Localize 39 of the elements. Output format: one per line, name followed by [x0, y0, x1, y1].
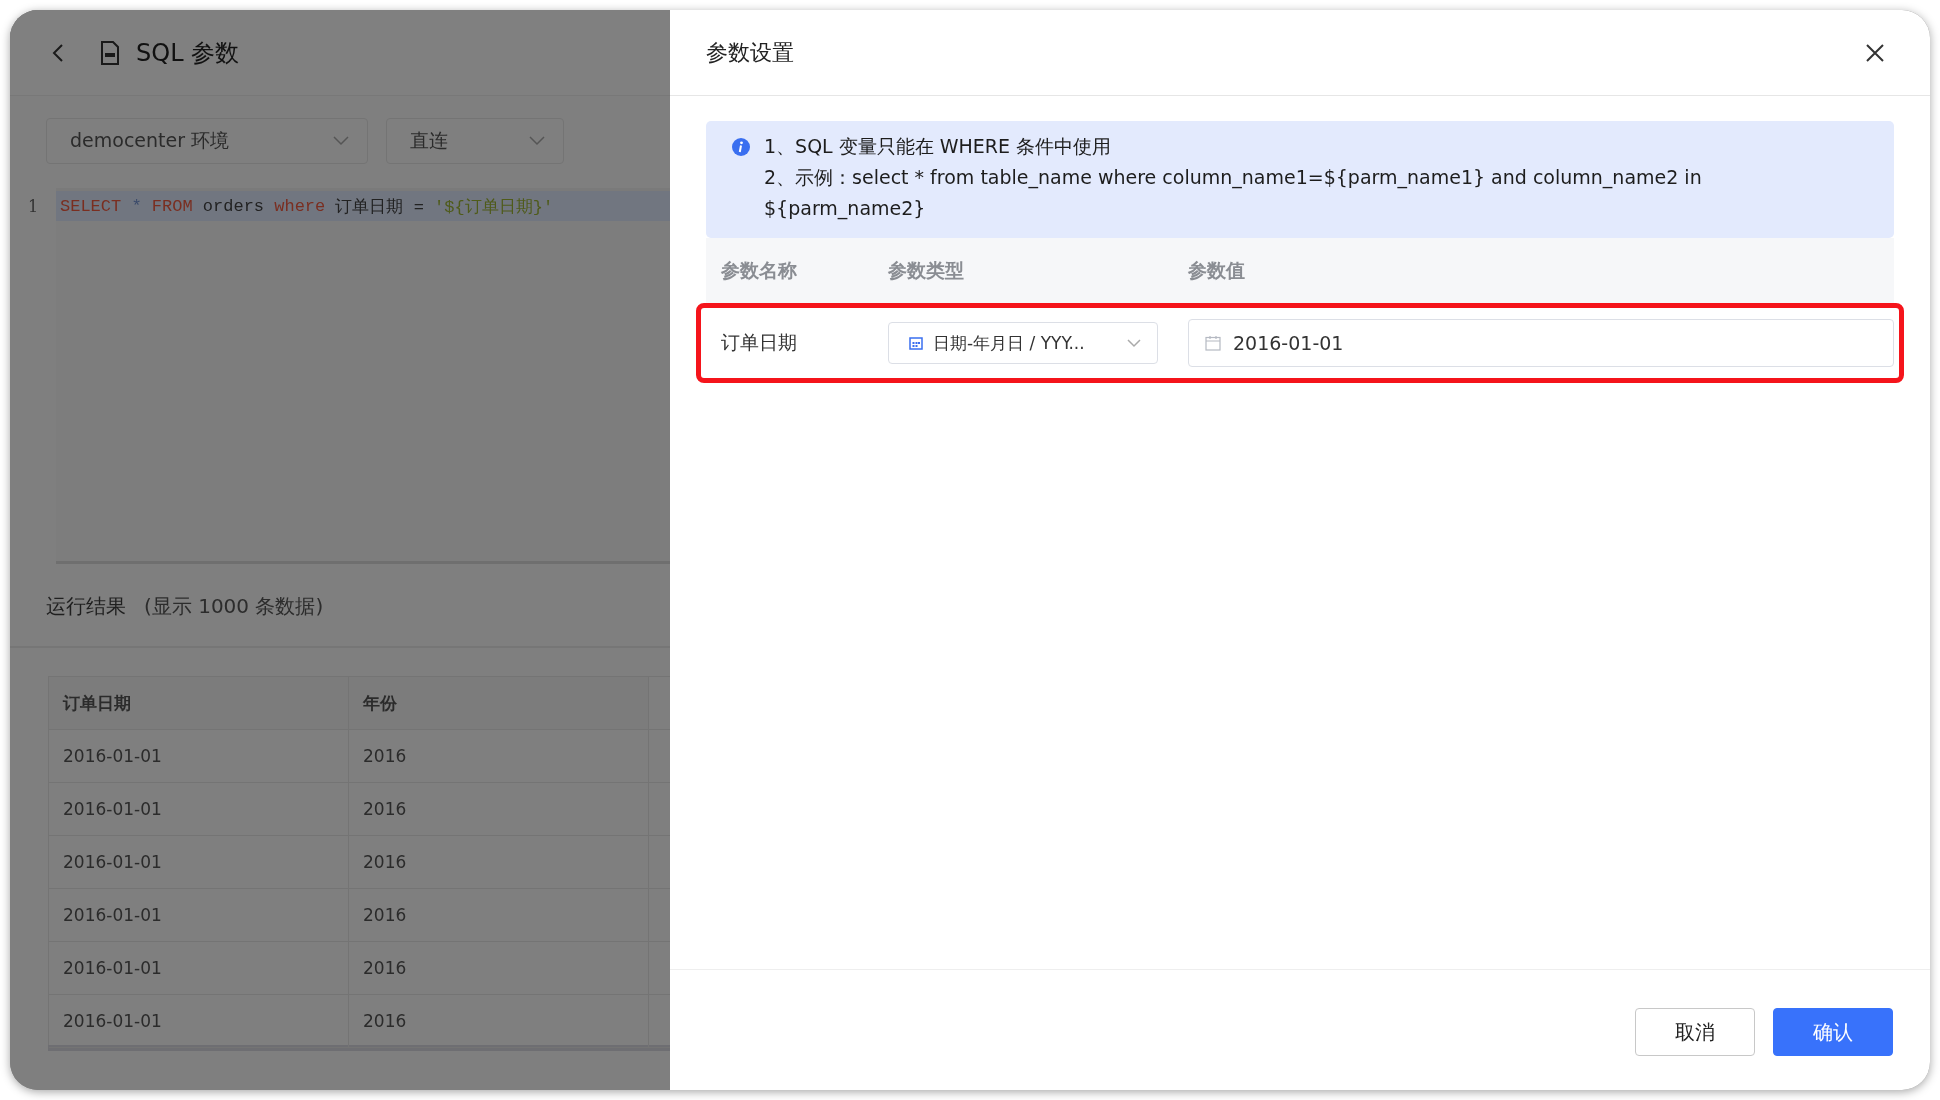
- parameter-name: 订单日期: [721, 330, 798, 355]
- scrollbar[interactable]: [48, 1045, 670, 1051]
- environment-select[interactable]: democenter 环境: [46, 118, 368, 164]
- table-cell: 2016-01-01: [49, 942, 349, 995]
- table-cell: 2016-01-01: [49, 836, 349, 889]
- line-number: 1: [26, 196, 40, 216]
- close-icon[interactable]: [1866, 43, 1884, 62]
- table-cell: 2016-01-01: [49, 889, 349, 942]
- date-field[interactable]: 2016-01-01: [1188, 319, 1894, 367]
- chevron-down-icon: [333, 136, 349, 146]
- page-title: SQL 参数: [136, 37, 240, 69]
- chevron-down-icon: [529, 136, 545, 146]
- calendar-icon: [909, 336, 923, 350]
- type-select[interactable]: 日期-年月日 / YYY...: [888, 322, 1158, 364]
- column-header: 年份: [349, 677, 649, 730]
- table-cell: 2016-01-01: [49, 730, 349, 783]
- cancel-button[interactable]: 取消: [1635, 1008, 1755, 1056]
- sql-file-icon: [100, 40, 120, 65]
- results-title: 运行结果: [46, 592, 126, 620]
- info-icon: [732, 138, 750, 156]
- table-cell: 2016: [349, 783, 649, 836]
- table-cell: 2016: [349, 889, 649, 942]
- column-header: 参数值: [1188, 257, 1246, 283]
- connection-select[interactable]: 直连: [386, 118, 564, 164]
- info-text: 1、SQL 变量只能在 WHERE 条件中使用: [764, 134, 1113, 159]
- info-text: 2、示例：select * from table_name where column_name1=${parm_name1} and column_name2 in ${parm_name2}: [764, 165, 1703, 222]
- table-cell: 2016: [349, 836, 649, 889]
- calendar-icon: [1205, 335, 1221, 351]
- column-header: 参数名称: [721, 257, 798, 283]
- table-cell: 2016: [349, 730, 649, 783]
- back-icon[interactable]: [52, 42, 64, 63]
- dialog-title: 参数设置: [706, 38, 794, 67]
- results-note: (显示 1000 条数据): [144, 592, 324, 620]
- column-header: 订单日期: [49, 677, 349, 730]
- confirm-button[interactable]: 确认: [1773, 1008, 1893, 1056]
- table-cell: 2016: [349, 942, 649, 995]
- table-cell: 2016-01-01: [49, 783, 349, 836]
- column-header: 参数类型: [888, 257, 965, 283]
- chevron-down-icon: [1127, 338, 1141, 348]
